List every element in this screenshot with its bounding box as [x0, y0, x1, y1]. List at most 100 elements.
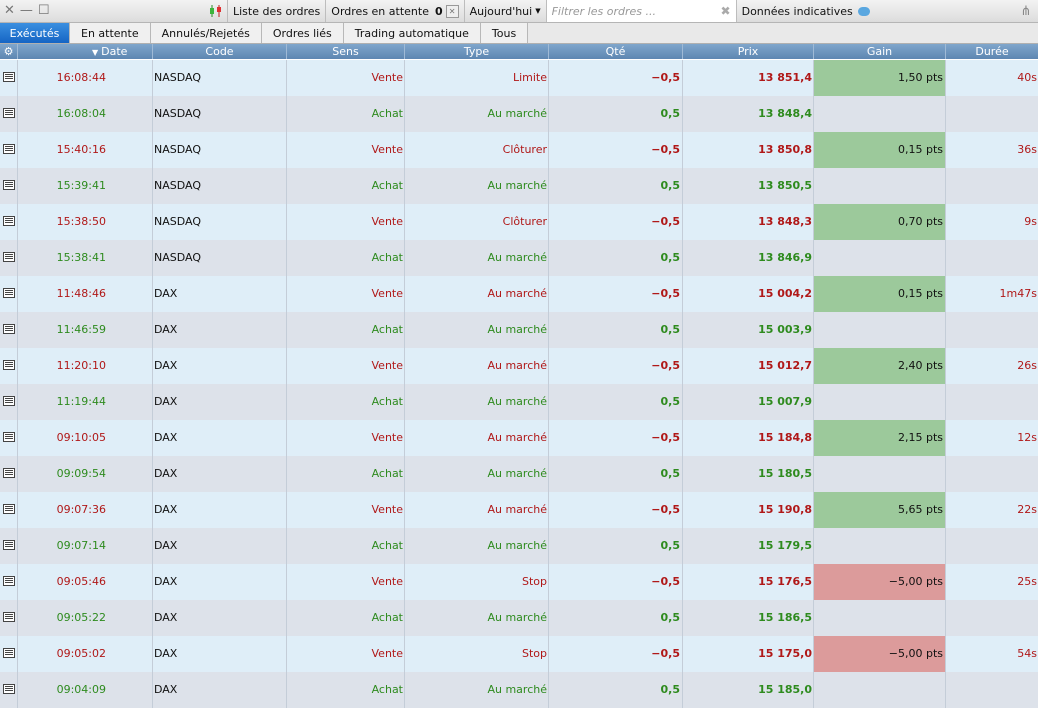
order-detail-icon[interactable] [0, 204, 18, 240]
table-row[interactable]: 09:07:36 DAX Vente Au marché −0,5 15 190,8 5,6… [0, 492, 1038, 528]
column-header-sens[interactable]: Sens [287, 44, 405, 59]
cell-code: NASDAQ [153, 60, 287, 96]
table-row[interactable]: 09:10:05 DAX Vente Au marché −0,5 15 184,8 2,1… [0, 420, 1038, 456]
order-detail-icon[interactable] [0, 240, 18, 276]
cell-duree: 26s [1017, 359, 1037, 372]
table-row[interactable]: 09:07:14 DAX Achat Au marché 0,5 15 179,5 [0, 528, 1038, 564]
order-detail-icon[interactable] [0, 672, 18, 708]
cell-qte: 0,5 [549, 384, 683, 420]
pending-orders-button[interactable]: Ordres en attente 0 ✕ [325, 0, 463, 22]
column-header-gain[interactable]: Gain [814, 44, 946, 59]
table-row[interactable]: 16:08:44 NASDAQ Vente Limite −0,5 13 851,4 1,5… [0, 60, 1038, 96]
info-bubble-icon[interactable] [857, 6, 870, 16]
cell-duree: 9s [1024, 215, 1037, 228]
cell-qte: −0,5 [549, 276, 683, 312]
table-row[interactable]: 11:19:44 DAX Achat Au marché 0,5 15 007,9 [0, 384, 1038, 420]
pending-orders-icon: ✕ [445, 4, 459, 18]
tab-executes[interactable]: Exécutés [0, 23, 70, 43]
table-row[interactable]: 15:38:50 NASDAQ Vente Clôturer −0,5 13 848,3 0… [0, 204, 1038, 240]
order-detail-icon[interactable] [0, 420, 18, 456]
order-detail-icon[interactable] [0, 348, 18, 384]
cell-code: DAX [153, 636, 287, 672]
cell-sens: Achat [287, 168, 405, 204]
order-detail-icon[interactable] [0, 60, 18, 96]
table-row[interactable]: 15:40:16 NASDAQ Vente Clôturer −0,5 13 850,8 0… [0, 132, 1038, 168]
tab-annules-rejetes[interactable]: Annulés/Rejetés [151, 23, 262, 43]
period-select[interactable]: Aujourd'hui ▼ [463, 0, 546, 22]
column-settings-icon[interactable]: ⚙ [0, 44, 18, 59]
cell-qte: 0,5 [549, 240, 683, 276]
order-detail-icon[interactable] [0, 312, 18, 348]
table-row[interactable]: 09:05:22 DAX Achat Au marché 0,5 15 186,5 [0, 600, 1038, 636]
cell-gain [814, 312, 946, 348]
column-header-prix[interactable]: Prix [683, 44, 814, 59]
cell-date: 09:10:05 [18, 420, 153, 456]
table-row[interactable]: 11:48:46 DAX Vente Au marché −0,5 15 004,2 0,1… [0, 276, 1038, 312]
candlestick-icon[interactable] [205, 0, 227, 22]
cell-code: DAX [153, 384, 287, 420]
chevron-down-icon: ▼ [535, 7, 541, 15]
cell-prix: 15 007,9 [683, 384, 814, 420]
table-row[interactable]: 09:09:54 DAX Achat Au marché 0,5 15 180,5 [0, 456, 1038, 492]
cell-sens: Achat [287, 456, 405, 492]
share-icon[interactable]: ⋔ [1014, 0, 1038, 22]
table-row[interactable]: 16:08:04 NASDAQ Achat Au marché 0,5 13 848,4 [0, 96, 1038, 132]
column-header-date[interactable]: ▼ Date [18, 44, 153, 59]
order-detail-icon[interactable] [0, 96, 18, 132]
table-row[interactable]: 15:38:41 NASDAQ Achat Au marché 0,5 13 846,9 [0, 240, 1038, 276]
cell-date: 09:07:36 [18, 492, 153, 528]
tab-trading-automatique[interactable]: Trading automatique [344, 23, 481, 43]
cell-sens: Achat [287, 528, 405, 564]
cell-code: NASDAQ [153, 168, 287, 204]
period-value: Aujourd'hui [469, 4, 533, 18]
maximize-icon[interactable]: ☐ [38, 1, 50, 21]
cell-qte: 0,5 [549, 96, 683, 132]
table-row[interactable]: 09:05:02 DAX Vente Stop −0,5 15 175,0 −5,00 pt… [0, 636, 1038, 672]
filter-placeholder: Filtrer les ordres ... [551, 4, 656, 18]
cell-duree [946, 600, 1038, 636]
column-header-qte[interactable]: Qté [549, 44, 683, 59]
clear-filter-icon[interactable]: ✖ [721, 4, 731, 18]
table-row[interactable]: 11:20:10 DAX Vente Au marché −0,5 15 012,7 2,4… [0, 348, 1038, 384]
cell-prix: 15 003,9 [683, 312, 814, 348]
order-detail-icon[interactable] [0, 492, 18, 528]
cell-qte: 0,5 [549, 600, 683, 636]
cell-date: 09:07:14 [18, 528, 153, 564]
order-detail-icon[interactable] [0, 564, 18, 600]
cell-sens: Vente [287, 276, 405, 312]
minimize-icon[interactable]: — [20, 1, 33, 21]
tab-ordres-lies[interactable]: Ordres liés [262, 23, 344, 43]
cell-gain: 0,70 pts [814, 204, 946, 240]
tab-tous[interactable]: Tous [481, 23, 529, 43]
cell-prix: 13 850,8 [683, 132, 814, 168]
order-detail-icon[interactable] [0, 600, 18, 636]
cell-type: Stop [405, 564, 549, 600]
order-detail-icon[interactable] [0, 132, 18, 168]
table-row[interactable]: 11:46:59 DAX Achat Au marché 0,5 15 003,9 [0, 312, 1038, 348]
column-header-duree[interactable]: Durée [946, 44, 1038, 59]
cell-prix: 15 175,0 [683, 636, 814, 672]
column-header-type[interactable]: Type [405, 44, 549, 59]
table-row[interactable]: 09:05:46 DAX Vente Stop −0,5 15 176,5 −5,00 pt… [0, 564, 1038, 600]
column-header-code[interactable]: Code [153, 44, 287, 59]
cell-prix: 13 850,5 [683, 168, 814, 204]
cell-type: Au marché [405, 168, 549, 204]
order-detail-icon[interactable] [0, 168, 18, 204]
cell-prix: 15 176,5 [683, 564, 814, 600]
order-detail-icon[interactable] [0, 276, 18, 312]
order-detail-icon[interactable] [0, 384, 18, 420]
tab-en-attente[interactable]: En attente [70, 23, 151, 43]
order-detail-icon[interactable] [0, 528, 18, 564]
order-detail-icon[interactable] [0, 636, 18, 672]
filter-input[interactable]: Filtrer les ordres ... ✖ [545, 0, 736, 22]
table-row[interactable]: 09:04:09 DAX Achat Au marché 0,5 15 185,0 [0, 672, 1038, 708]
cell-gain: 0,15 pts [814, 132, 946, 168]
orders-list-button[interactable]: Liste des ordres [227, 0, 325, 22]
cell-date: 15:40:16 [18, 132, 153, 168]
table-row[interactable]: 15:39:41 NASDAQ Achat Au marché 0,5 13 850,5 [0, 168, 1038, 204]
order-detail-icon[interactable] [0, 456, 18, 492]
cell-gain: 5,65 pts [814, 492, 946, 528]
close-icon[interactable]: ✕ [4, 1, 15, 21]
window-controls: ✕ — ☐ [0, 0, 205, 22]
cell-type: Au marché [405, 528, 549, 564]
